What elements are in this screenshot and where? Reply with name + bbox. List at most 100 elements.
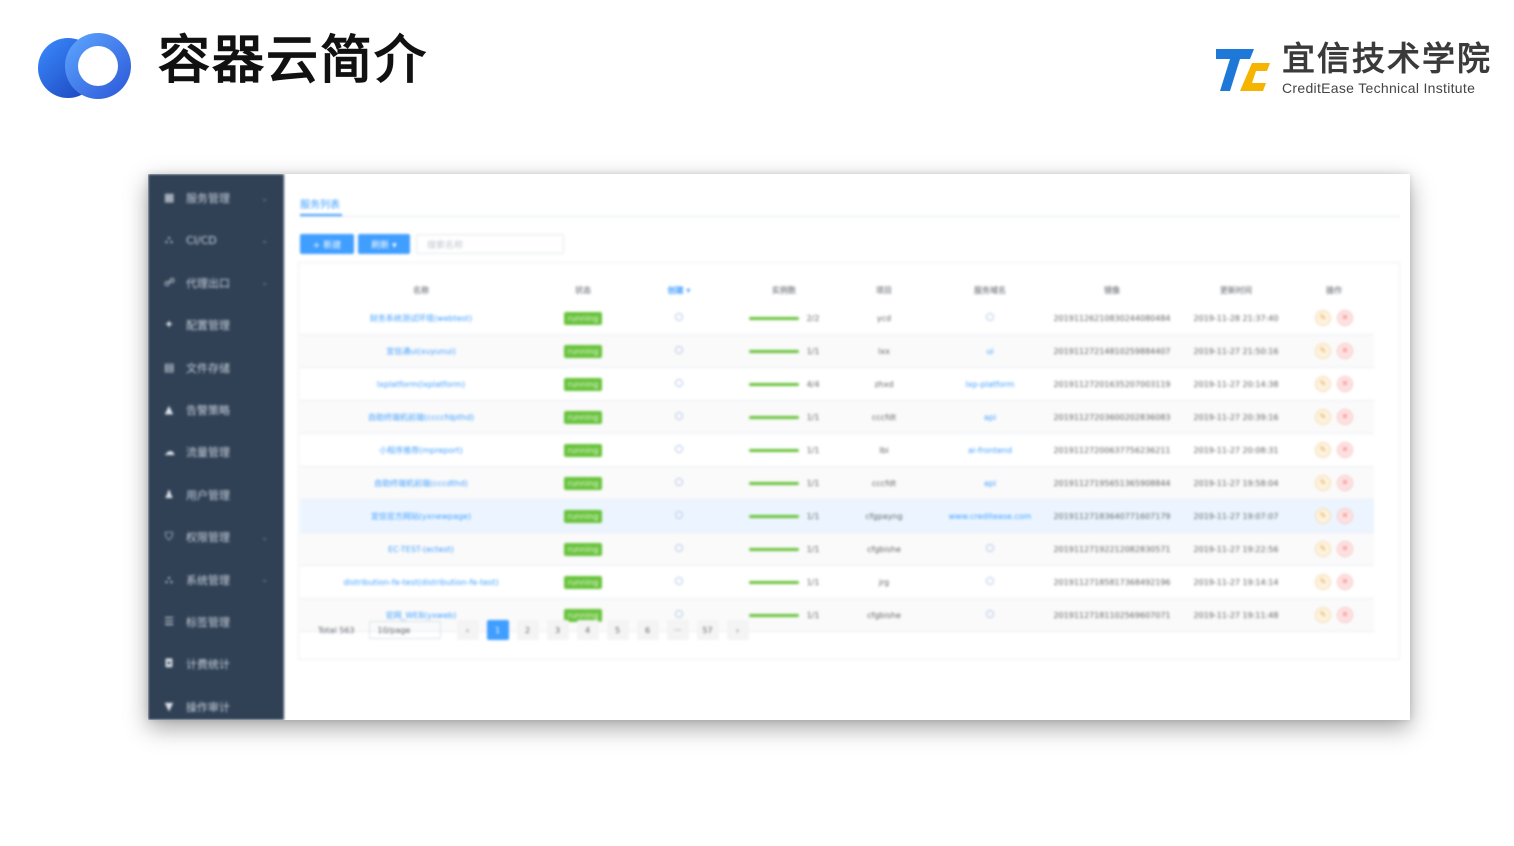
table-row[interactable]: 宜信通ui(xuyunui) running 1/1 lxx ui 20191127214… bbox=[300, 334, 1374, 368]
sidebar-item-label: 系统管理 bbox=[186, 573, 230, 587]
edit-icon[interactable]: ✎ bbox=[1315, 376, 1331, 392]
status-badge: running bbox=[563, 476, 603, 490]
add-button[interactable]: + 新建 bbox=[300, 234, 354, 254]
delete-icon[interactable]: ✕ bbox=[1337, 607, 1353, 623]
prev-page-button[interactable]: ‹ bbox=[456, 620, 479, 640]
page-button[interactable]: 3 bbox=[546, 620, 569, 640]
edit-icon[interactable]: ✎ bbox=[1315, 409, 1331, 425]
service-domain-link[interactable]: api bbox=[984, 413, 996, 422]
service-name-link[interactable]: distribution-fe-test(distribution-fe-tes… bbox=[343, 578, 498, 587]
table-row[interactable]: distribution-fe-test(distribution-fe-tes… bbox=[300, 565, 1374, 599]
updated-time: 2019-11-27 20:14:38 bbox=[1193, 379, 1279, 389]
project-name: cccfdt bbox=[871, 412, 897, 422]
service-domain-link[interactable]: lxp-platform bbox=[966, 380, 1015, 389]
service-domain-link[interactable]: ai-frontend bbox=[968, 446, 1012, 455]
delete-icon[interactable]: ✕ bbox=[1337, 310, 1353, 326]
container-cloud-logo bbox=[38, 33, 131, 99]
sidebar-item[interactable]: ⛬ 系统管理 ⌄ bbox=[148, 559, 284, 601]
instance-progress: 2/2 bbox=[748, 314, 819, 323]
service-name-link[interactable]: 小程序推荐(mpreport) bbox=[379, 446, 463, 455]
updated-time: 2019-11-27 19:58:04 bbox=[1193, 478, 1279, 488]
table-row[interactable]: 自助终端机前端(cccdthd) running 1/1 cccfdt api 20191… bbox=[300, 466, 1374, 500]
delete-icon[interactable]: ✕ bbox=[1337, 508, 1353, 524]
sidebar-item[interactable]: ◘ 计费统计 bbox=[148, 643, 284, 685]
service-domain-link[interactable]: api bbox=[984, 479, 996, 488]
image-tag: 20191126210830244080484 bbox=[1053, 313, 1171, 323]
service-name-link[interactable]: 宜信通ui(xuyunui) bbox=[386, 347, 456, 356]
instance-progress-bar bbox=[748, 581, 799, 584]
info-icon bbox=[675, 610, 683, 618]
edit-icon[interactable]: ✎ bbox=[1315, 343, 1331, 359]
edit-icon[interactable]: ✎ bbox=[1315, 475, 1331, 491]
sidebar-item[interactable]: ☰ 标签管理 bbox=[148, 601, 284, 643]
instance-progress: 1/1 bbox=[748, 347, 819, 356]
updated-time: 2019-11-27 19:14:14 bbox=[1193, 577, 1279, 587]
column-header: 更新时间 bbox=[1220, 285, 1252, 295]
service-domain-link[interactable]: www.creditease.com bbox=[949, 512, 1032, 521]
delete-icon[interactable]: ✕ bbox=[1337, 475, 1353, 491]
delete-icon[interactable]: ✕ bbox=[1337, 541, 1353, 557]
sidebar-item[interactable]: ▤ 文件存储 bbox=[148, 347, 284, 389]
info-icon bbox=[986, 610, 994, 618]
instance-count: 1/1 bbox=[806, 512, 820, 521]
service-name-link[interactable]: 官网_WEB(yxweb) bbox=[386, 611, 457, 620]
service-name-link[interactable]: lxplatform(lxplatform) bbox=[377, 380, 465, 389]
page-button[interactable]: 4 bbox=[576, 620, 599, 640]
page-button[interactable]: 57 bbox=[696, 620, 719, 640]
service-domain-link[interactable]: ui bbox=[986, 347, 993, 356]
refresh-button[interactable]: 刷新 ▾ bbox=[358, 234, 410, 254]
instance-progress: 1/1 bbox=[748, 512, 820, 521]
sidebar: ▦ 服务管理 ⌄ ⛬ CI/CD ⌄ ☍ 代理出口 ⌄ ✦ 配置管理 ▤ 文件存储 ▲ 告警策略 ☁ 流量管理 ♟… bbox=[148, 174, 284, 720]
tab-service-list[interactable]: 服务列表 bbox=[300, 196, 340, 211]
edit-icon[interactable]: ✎ bbox=[1315, 574, 1331, 590]
page-button[interactable]: 5 bbox=[606, 620, 629, 640]
edit-icon[interactable]: ✎ bbox=[1315, 508, 1331, 524]
column-header[interactable]: 创建 ▾ bbox=[624, 278, 734, 302]
delete-icon[interactable]: ✕ bbox=[1337, 376, 1353, 392]
search-input[interactable]: 搜索名称 bbox=[416, 234, 564, 254]
chevron-down-icon: ⌄ bbox=[261, 235, 268, 245]
sidebar-item[interactable]: ♟ 用户管理 bbox=[148, 474, 284, 516]
service-name-link[interactable]: 自助终端机前端(cccdthd) bbox=[374, 479, 468, 488]
table-row[interactable]: 宜信官方网站(yxnewpage) running 1/1 cfgpayng www.c… bbox=[300, 499, 1374, 533]
page-button[interactable]: 6 bbox=[636, 620, 659, 640]
page-button[interactable]: 2 bbox=[516, 620, 539, 640]
delete-icon[interactable]: ✕ bbox=[1337, 409, 1353, 425]
delete-icon[interactable]: ✕ bbox=[1337, 442, 1353, 458]
sidebar-item[interactable]: ▼ 操作审计 bbox=[148, 686, 284, 720]
chevron-down-icon: ⌄ bbox=[261, 532, 268, 542]
delete-icon[interactable]: ✕ bbox=[1337, 343, 1353, 359]
table-row[interactable]: 财务系统测试环境(webtest) running 2/2 ycd 2019112621… bbox=[300, 302, 1374, 335]
service-name-link[interactable]: EC-TEST-(ectest) bbox=[388, 545, 454, 554]
edit-icon[interactable]: ✎ bbox=[1315, 607, 1331, 623]
next-page-button[interactable]: › bbox=[726, 620, 749, 640]
column-header: 操作 bbox=[1326, 285, 1342, 295]
table-row[interactable]: EC-TEST-(ectest) running 1/1 cfgbishe 201911… bbox=[300, 532, 1374, 566]
page-size-select[interactable]: 10/page bbox=[368, 621, 441, 639]
delete-icon[interactable]: ✕ bbox=[1337, 574, 1353, 590]
instance-progress-bar bbox=[748, 416, 799, 419]
sidebar-item[interactable]: ▲ 告警策略 bbox=[148, 389, 284, 431]
instance-progress: 1/1 bbox=[748, 578, 820, 587]
service-name-link[interactable]: 宜信官方网站(yxnewpage) bbox=[371, 512, 471, 521]
table-row[interactable]: 小程序推荐(mpreport) running 1/1 lbi ai-frontend 2… bbox=[300, 433, 1374, 467]
updated-time: 2019-11-27 19:11:48 bbox=[1193, 610, 1279, 620]
sidebar-item[interactable]: ⛉ 权限管理 ⌄ bbox=[148, 516, 284, 558]
service-name-link[interactable]: 自助终端机前端(ccccfdpthd) bbox=[368, 413, 474, 422]
instance-count: 1/1 bbox=[806, 578, 820, 587]
info-icon bbox=[675, 379, 683, 387]
sidebar-item[interactable]: ⛬ CI/CD ⌄ bbox=[148, 219, 284, 261]
edit-icon[interactable]: ✎ bbox=[1315, 442, 1331, 458]
edit-icon[interactable]: ✎ bbox=[1315, 541, 1331, 557]
service-name-link[interactable]: 财务系统测试环境(webtest) bbox=[370, 314, 472, 323]
sidebar-item[interactable]: ☁ 流量管理 bbox=[148, 431, 284, 473]
page-button[interactable]: ··· bbox=[666, 620, 689, 640]
edit-icon[interactable]: ✎ bbox=[1315, 310, 1331, 326]
sidebar-item[interactable]: ▦ 服务管理 ⌄ bbox=[148, 177, 284, 219]
creditease-mark-icon bbox=[1216, 49, 1270, 91]
page-button[interactable]: 1 bbox=[486, 620, 509, 640]
sidebar-item[interactable]: ☍ 代理出口 ⌄ bbox=[148, 262, 284, 304]
table-row[interactable]: 自助终端机前端(ccccfdpthd) running 1/1 cccfdt api 20… bbox=[300, 400, 1374, 434]
sidebar-item[interactable]: ✦ 配置管理 bbox=[148, 304, 284, 346]
table-row[interactable]: lxplatform(lxplatform) running 4/4 zhxd lxp-… bbox=[300, 367, 1374, 401]
